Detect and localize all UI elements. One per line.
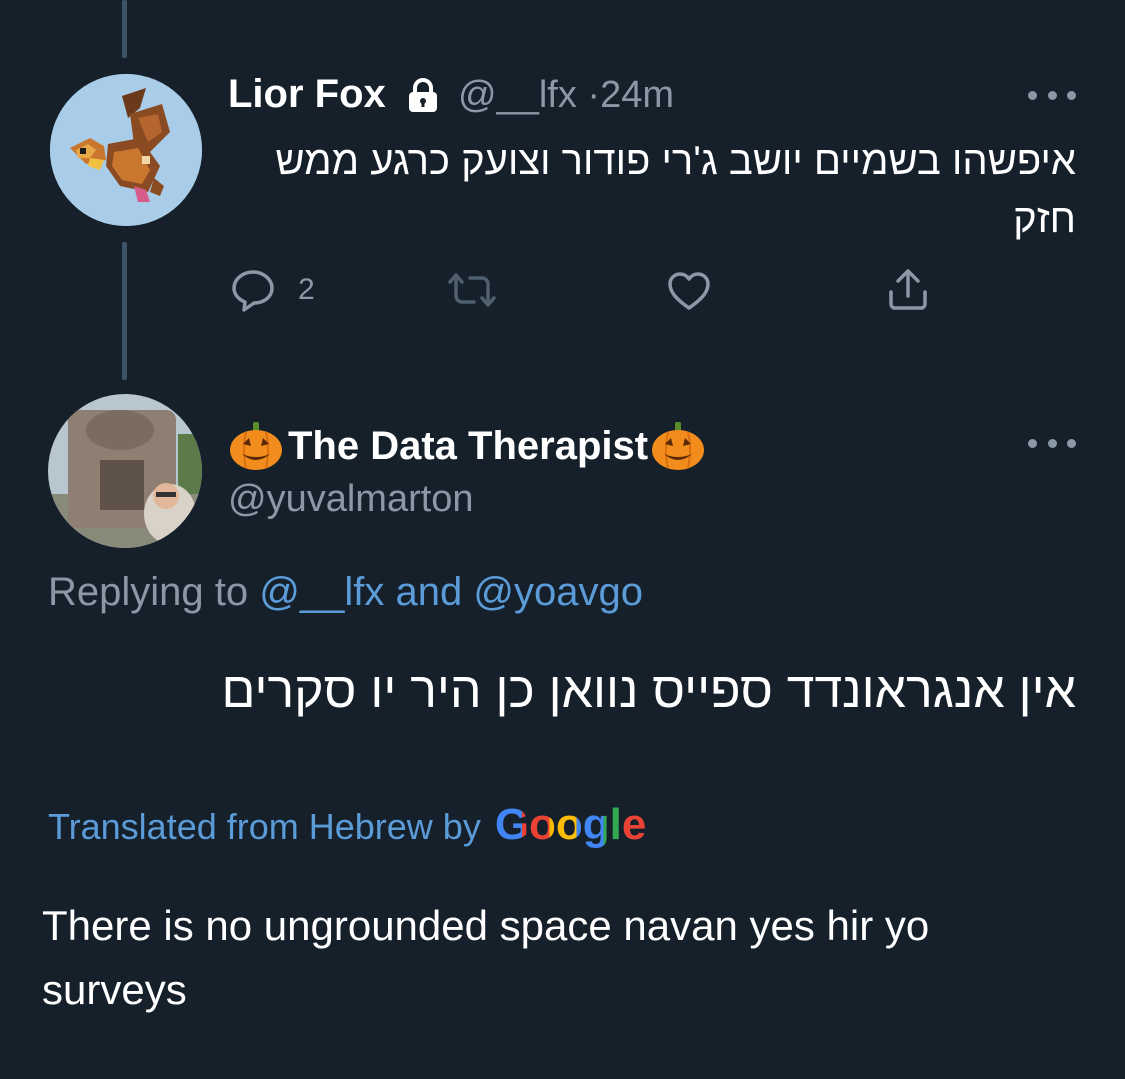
more-options-icon[interactable] (1028, 436, 1076, 450)
tweet1-display-name[interactable]: Lior Fox (228, 72, 386, 117)
replying-user-lfx[interactable]: @__lfx (259, 570, 384, 614)
like-button[interactable] (666, 270, 712, 312)
share-icon (889, 269, 927, 310)
reply-count: 2 (298, 273, 315, 306)
meta-separator: · (587, 74, 601, 116)
replying-and[interactable]: and (395, 570, 462, 614)
person-photo-avatar (48, 394, 202, 548)
tweet2-text: אין אנגראונדד ספייס נוואן כן היר יו סקרי… (221, 662, 1076, 718)
heart-icon (668, 272, 710, 310)
google-logo: Google (494, 800, 647, 849)
translation-text: There is no ungrounded space navan yes h… (42, 902, 930, 1013)
replying-prefix: Replying to (48, 570, 249, 614)
share-button[interactable] (886, 266, 930, 312)
pumpkin-emoji-icon (228, 420, 284, 472)
bird-avatar-icon (50, 74, 202, 226)
retweet-icon (448, 273, 496, 307)
tweet2-display-name: The Data Therapist (288, 423, 649, 468)
tweet2-handle[interactable]: @yuvalmarton (228, 478, 474, 521)
translated-prefix: Translated from Hebrew by (48, 806, 481, 847)
tweet1-handle[interactable]: @__lfx (458, 74, 577, 116)
avatar-yuvalmarton[interactable] (48, 394, 202, 548)
tweet1-text: איפשהו בשמיים יושב ג'רי פודור וצועק כרגע… (275, 139, 1076, 241)
tweet1-time[interactable]: 24m (600, 74, 674, 116)
avatar-lior-fox[interactable] (50, 74, 202, 226)
retweet-button[interactable] (446, 270, 498, 310)
pumpkin-emoji-icon-trailing (650, 420, 706, 472)
lock-icon (406, 78, 440, 119)
more-options-icon[interactable] (1028, 88, 1076, 102)
thread-line-top (122, 0, 127, 58)
translated-by[interactable]: Translated from Hebrew by Google (48, 800, 646, 850)
replying-user-yoavgo[interactable]: @yoavgo (473, 570, 643, 614)
tweet2-name-row[interactable]: The Data Therapist (228, 420, 706, 472)
reply-icon (232, 270, 274, 312)
tweet1-meta: @__lfx ·24m (458, 74, 674, 117)
replying-to: Replying to @__lfx and @yoavgo (48, 570, 643, 615)
thread-line-middle (122, 242, 127, 380)
reply-button[interactable]: 2 (230, 268, 315, 312)
